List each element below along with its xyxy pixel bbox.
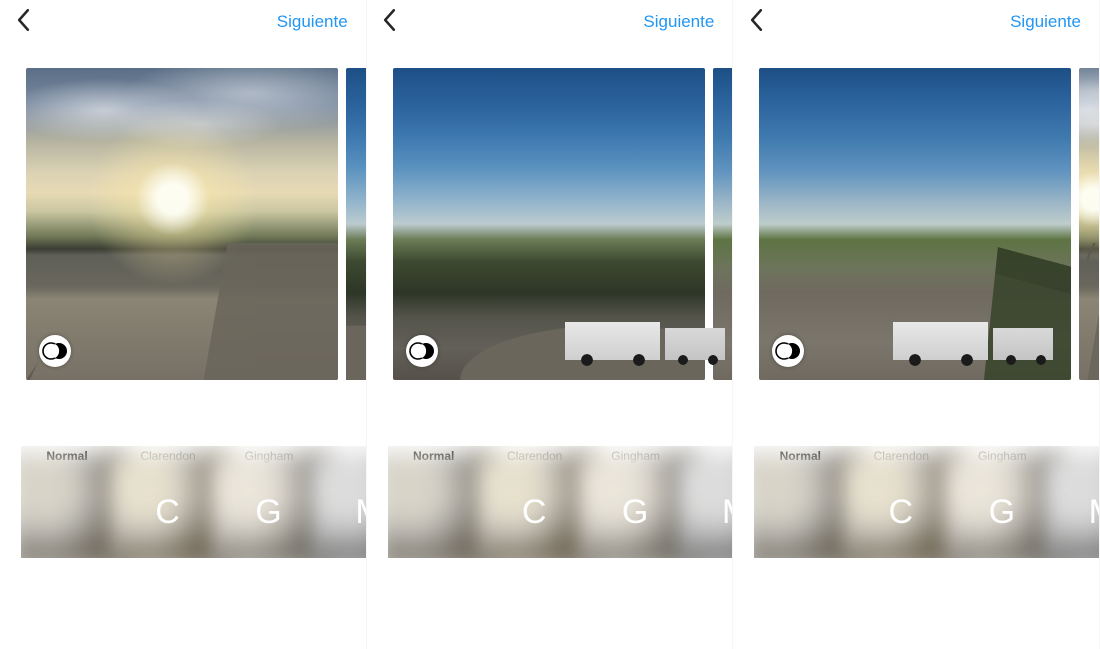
next-photo-peek[interactable] (346, 68, 366, 380)
filter-thumb (388, 466, 480, 558)
filter-thumb: M (1057, 466, 1099, 558)
filter-thumb: G (223, 466, 315, 558)
filter-strip[interactable]: Normal Clarendon C Gingham G M M (388, 446, 733, 558)
chevron-left-icon (383, 9, 396, 36)
filter-moon[interactable]: M M (324, 446, 366, 558)
main-photo (26, 68, 338, 380)
filter-normal[interactable]: Normal (21, 446, 113, 558)
filter-thumb (21, 466, 113, 558)
back-button[interactable] (8, 7, 38, 37)
filter-clarendon[interactable]: Clarendon C (489, 446, 581, 558)
filter-thumb: C (122, 466, 214, 558)
next-button[interactable]: Siguiente (1010, 12, 1081, 32)
filter-strip[interactable]: Normal Clarendon C Gingham G M M (21, 446, 366, 558)
editor-pane-1: Siguiente Normal Clarendon (0, 0, 367, 649)
filter-normal[interactable]: Normal (754, 446, 846, 558)
filter-thumb: M (324, 466, 366, 558)
photo-preview[interactable] (733, 68, 1099, 380)
top-bar: Siguiente (0, 0, 366, 44)
filter-moon[interactable]: M M (1057, 446, 1099, 558)
chevron-left-icon (750, 9, 763, 36)
top-bar: Siguiente (733, 0, 1099, 44)
filter-normal[interactable]: Normal (388, 446, 480, 558)
next-photo-peek[interactable] (713, 68, 733, 380)
filter-moon[interactable]: M M (691, 446, 733, 558)
filter-thumb: M (691, 466, 733, 558)
filter-thumb: C (855, 466, 947, 558)
main-photo (759, 68, 1071, 380)
filter-gingham[interactable]: Gingham G (590, 446, 682, 558)
filter-thumb: C (489, 466, 581, 558)
chevron-left-icon (17, 9, 30, 36)
top-bar: Siguiente (367, 0, 733, 44)
next-photo-peek[interactable] (1079, 68, 1099, 380)
filter-strip[interactable]: Normal Clarendon C Gingham G M M (754, 446, 1099, 558)
filter-thumb (754, 466, 846, 558)
photo-preview[interactable] (367, 68, 733, 380)
photo-preview[interactable] (0, 68, 366, 380)
editor-pane-2: Siguiente Normal Clarendon (367, 0, 734, 649)
next-button[interactable]: Siguiente (277, 12, 348, 32)
filter-clarendon[interactable]: Clarendon C (855, 446, 947, 558)
filter-thumb: G (590, 466, 682, 558)
filter-gingham[interactable]: Gingham G (223, 446, 315, 558)
back-button[interactable] (741, 7, 771, 37)
editor-pane-3: Siguiente Normal Clarendon (733, 0, 1100, 649)
back-button[interactable] (375, 7, 405, 37)
filter-thumb: G (956, 466, 1048, 558)
filter-clarendon[interactable]: Clarendon C (122, 446, 214, 558)
filter-gingham[interactable]: Gingham G (956, 446, 1048, 558)
next-button[interactable]: Siguiente (643, 12, 714, 32)
